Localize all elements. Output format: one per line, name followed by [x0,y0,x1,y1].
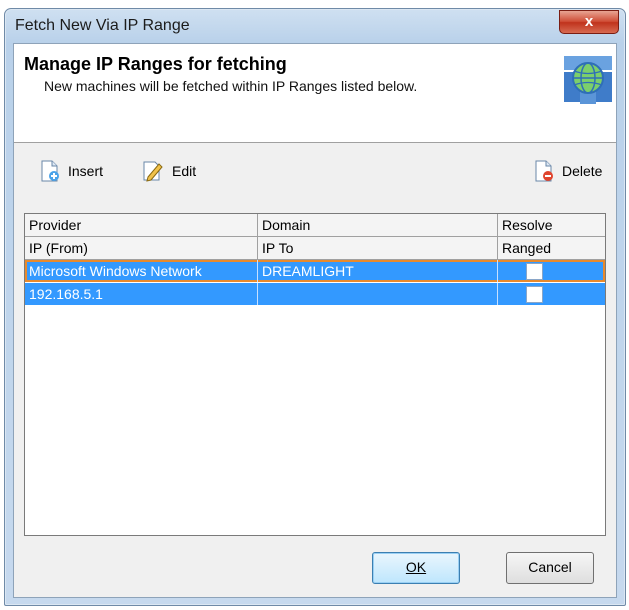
ip-range-grid[interactable]: Provider Domain Resolve IP (From) IP To … [24,213,606,536]
insert-icon [41,160,59,182]
grid-header-row: IP (From) IP To Ranged [25,237,605,260]
ranged-cell [498,283,605,305]
domain-cell: DREAMLIGHT [258,260,498,282]
button-bar: OK Cancel [14,540,616,597]
ok-button[interactable]: OK [372,552,460,584]
column-header-ip-from[interactable]: IP (From) [25,237,258,259]
delete-icon [535,160,553,182]
window-title: Fetch New Via IP Range [15,17,190,34]
dialog-client: Manage IP Ranges for fetching New machin… [13,43,617,598]
ip-to-cell [258,283,498,305]
provider-cell: Microsoft Windows Network [25,260,258,282]
column-header-provider[interactable]: Provider [25,214,258,236]
network-globe-icon [562,52,614,108]
table-row[interactable]: 192.168.5.1 [25,283,605,305]
column-header-ranged[interactable]: Ranged [498,237,605,259]
edit-button[interactable]: Edit [142,159,196,183]
cancel-label: Cancel [528,559,572,575]
ranged-checkbox[interactable] [526,286,543,303]
ok-label: OK [405,559,427,575]
header-title: Manage IP Ranges for fetching [24,54,287,74]
title-bar[interactable]: Fetch New Via IP Range x [5,9,625,43]
edit-icon [143,161,163,182]
close-icon: x [584,13,594,30]
grid-header-row: Provider Domain Resolve [25,214,605,237]
edit-label: Edit [172,163,197,179]
column-header-resolve[interactable]: Resolve [498,214,605,236]
ip-from-cell: 192.168.5.1 [25,283,258,305]
cancel-button[interactable]: Cancel [506,552,594,584]
insert-button[interactable]: Insert [40,159,103,183]
header-subtitle: New machines will be fetched within IP R… [44,78,418,94]
toolbar: Insert Edit Delete [14,143,616,199]
column-header-ip-to[interactable]: IP To [258,237,498,259]
header-panel: Manage IP Ranges for fetching New machin… [14,44,616,143]
column-header-domain[interactable]: Domain [258,214,498,236]
insert-label: Insert [68,163,104,179]
delete-button[interactable]: Delete [534,159,602,183]
dialog-window: Fetch New Via IP Range x Manage IP Range… [4,8,626,606]
table-row[interactable]: Microsoft Windows Network DREAMLIGHT [25,260,605,282]
resolve-checkbox[interactable] [526,263,543,280]
close-button[interactable]: x [559,10,619,34]
resolve-cell [498,260,605,282]
delete-label: Delete [562,163,603,179]
